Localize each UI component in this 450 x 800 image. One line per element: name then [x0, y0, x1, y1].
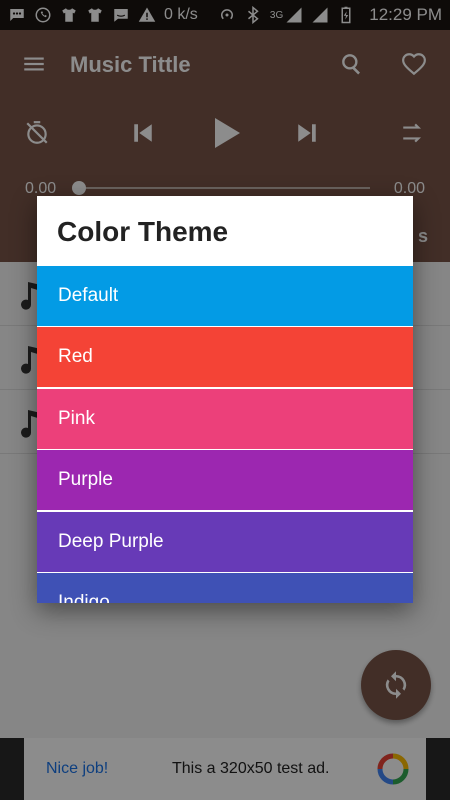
color-theme-dialog: Color Theme Default Red Pink Purple Deep Pur…: [37, 196, 413, 603]
theme-option-label: Red: [58, 346, 93, 368]
theme-option[interactable]: Red: [37, 327, 413, 388]
theme-option-label: Deep Purple: [58, 530, 164, 552]
theme-option[interactable]: Default: [37, 266, 413, 326]
theme-option[interactable]: Deep Purple: [37, 511, 413, 572]
dialog-title: Color Theme: [57, 216, 229, 247]
theme-option[interactable]: Indigo: [37, 572, 413, 603]
theme-list: Default Red Pink Purple Deep Purple Indigo: [37, 266, 413, 603]
theme-option-label: Default: [58, 285, 119, 306]
theme-option-label: Indigo: [58, 591, 110, 603]
theme-option-label: Pink: [58, 407, 95, 429]
theme-option[interactable]: Purple: [37, 450, 413, 511]
theme-option-label: Purple: [58, 469, 113, 491]
theme-option[interactable]: Pink: [37, 388, 413, 449]
